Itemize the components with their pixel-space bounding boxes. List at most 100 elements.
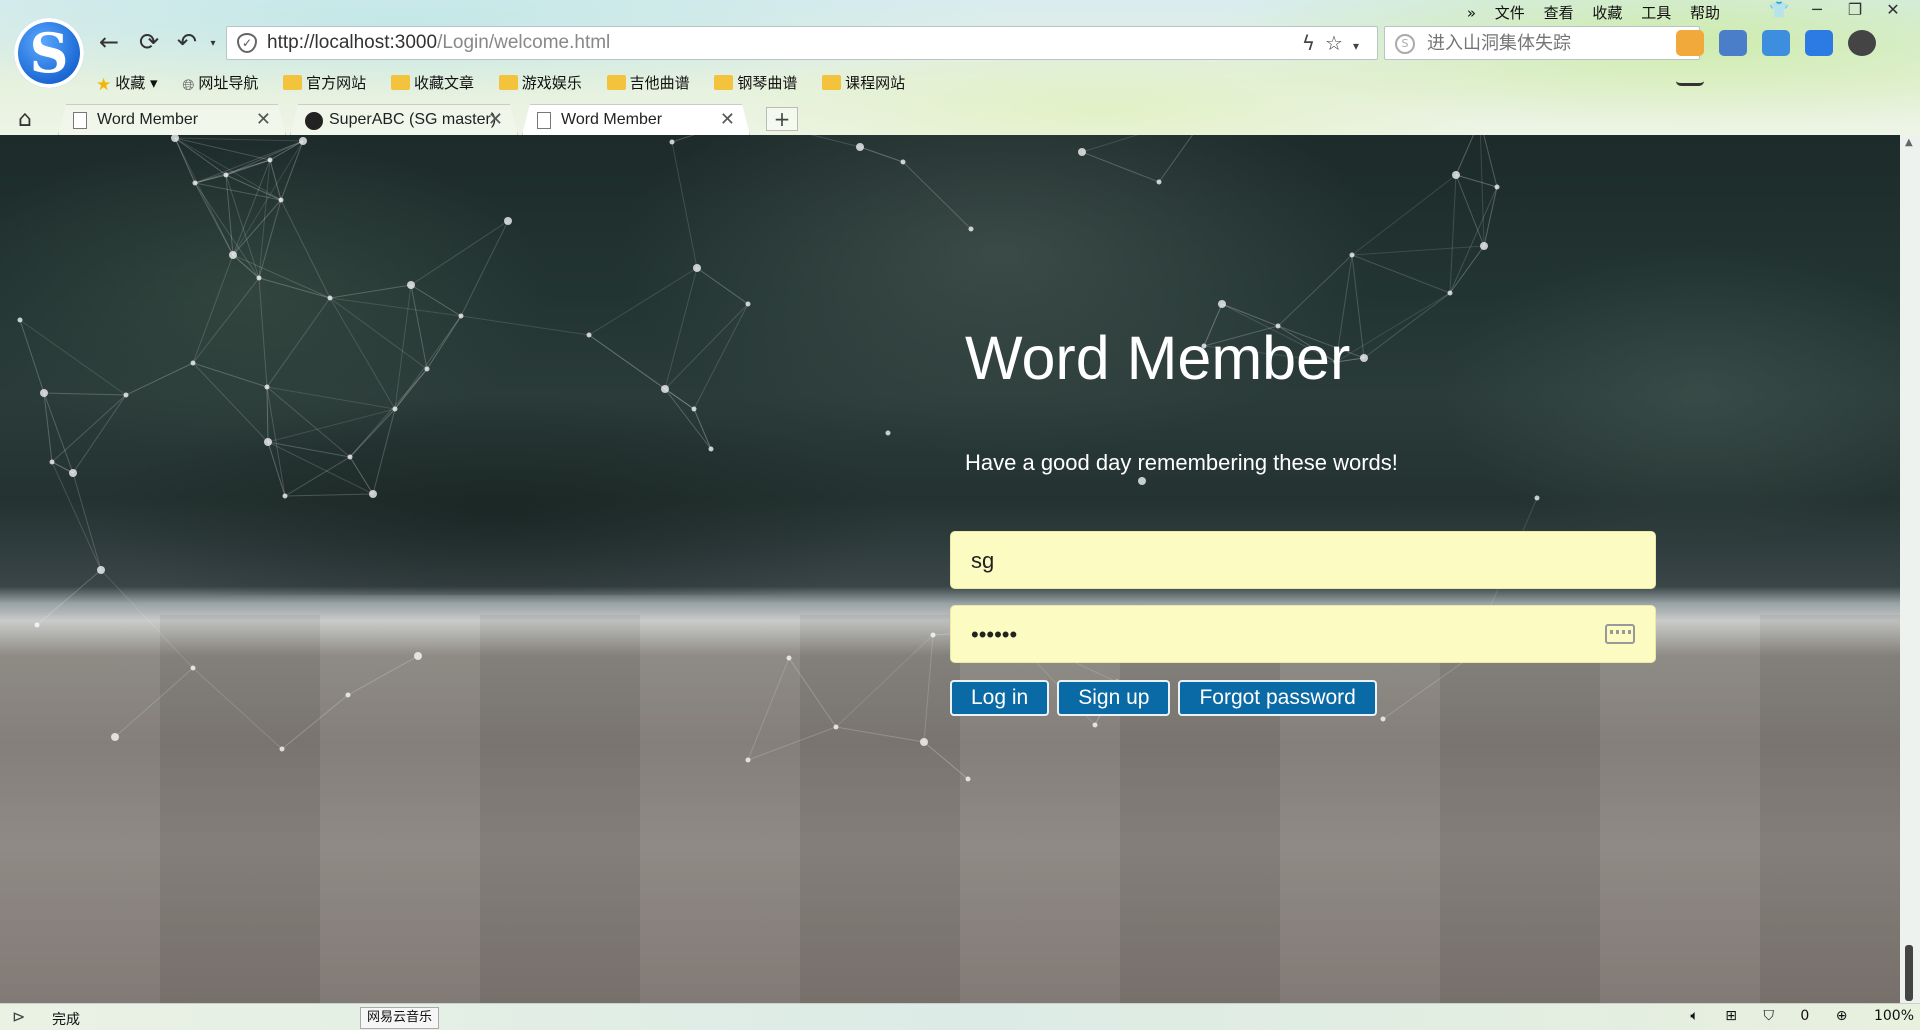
network-line [671, 141, 698, 269]
tab-close-icon[interactable]: ✕ [488, 109, 503, 130]
username-input[interactable] [971, 546, 1571, 576]
home-icon[interactable]: ⌂ [18, 107, 32, 132]
network-line [194, 140, 304, 184]
skin-icon[interactable]: 👕 [1760, 0, 1798, 19]
menu-favorites[interactable]: 收藏 [1592, 4, 1622, 22]
menu-tools[interactable]: 工具 [1641, 4, 1671, 22]
network-node [1078, 148, 1086, 156]
network-line [174, 137, 271, 161]
bookmark-articles[interactable]: 收藏文章 [390, 72, 474, 93]
bookmark-guitar[interactable]: 吉他曲谱 [606, 72, 690, 93]
network-line [1363, 292, 1451, 359]
refresh-icon[interactable]: ⟳ [134, 28, 164, 56]
network-line [1483, 135, 1498, 188]
username-field[interactable] [950, 531, 1656, 589]
menu-expand-icon[interactable]: » [1467, 4, 1476, 22]
download-icon[interactable] [1676, 60, 1704, 86]
volume-icon[interactable]: 🔈︎ [1690, 1008, 1698, 1024]
menu-file[interactable]: 文件 [1495, 4, 1525, 22]
scroll-up-icon[interactable]: ▲ [1905, 137, 1913, 148]
network-node [1380, 716, 1386, 722]
status-text: 完成 [52, 1012, 80, 1028]
music-button[interactable]: 网易云音乐 [360, 1007, 440, 1029]
network-node [123, 392, 129, 398]
address-bar[interactable]: ✓ http://localhost:3000/Login/welcome.ht… [226, 26, 1378, 60]
folder-icon [498, 75, 518, 90]
network-node [708, 446, 714, 452]
capture-icon[interactable] [1762, 30, 1791, 56]
network-line [696, 267, 749, 305]
scissors-icon[interactable] [1719, 30, 1748, 56]
network-line [232, 159, 271, 256]
login-button[interactable]: Log in [950, 680, 1050, 716]
bookmark-nav[interactable]: 🌐︎ 网址导航 [182, 72, 258, 94]
undo-dropdown-icon[interactable]: ▾ [198, 38, 228, 49]
network-node [278, 197, 284, 203]
shield-extension-icon[interactable] [1805, 30, 1834, 56]
network-node [264, 438, 272, 446]
password-field[interactable] [950, 605, 1656, 663]
network-node [458, 313, 464, 319]
tab-superabc[interactable]: SuperABC (SG master) ✕ [290, 104, 518, 135]
page-icon [537, 112, 551, 129]
tab-close-icon[interactable]: ✕ [256, 109, 271, 130]
search-box[interactable]: S ⌕ [1384, 26, 1700, 60]
browser-logo-icon[interactable]: S [14, 18, 84, 88]
status-right-tools: 🔈︎ ⊞ ⛉ 0 ⊕ 100% [1668, 1008, 1914, 1024]
bookmark-games[interactable]: 游戏娱乐 [498, 72, 582, 93]
keyboard-icon[interactable] [1605, 624, 1635, 644]
bookmark-official[interactable]: 官方网站 [283, 72, 366, 93]
tab-close-icon[interactable]: ✕ [720, 109, 735, 130]
address-url[interactable]: http://localhost:3000/Login/welcome.html [267, 32, 610, 54]
network-line [267, 408, 396, 443]
network-node [691, 406, 697, 412]
network-node [1360, 354, 1368, 362]
network-node [1534, 495, 1540, 501]
zoom-level[interactable]: ⊕ 100% [1836, 1008, 1914, 1024]
network-node [69, 469, 77, 477]
vertical-scrollbar[interactable]: ▲ [1900, 135, 1920, 1003]
bookmark-piano[interactable]: 钢琴曲谱 [714, 72, 797, 93]
network-line [1449, 186, 1498, 294]
network-line [194, 174, 227, 184]
network-line [1335, 292, 1451, 363]
back-arrow-icon[interactable]: ← [94, 28, 124, 56]
network-icon[interactable]: ⊞ [1725, 1008, 1737, 1024]
close-window-icon[interactable]: ✕ [1874, 0, 1912, 19]
network-line [588, 267, 698, 336]
menu-help[interactable]: 帮助 [1690, 4, 1720, 22]
search-input[interactable] [1427, 31, 1647, 55]
network-line [192, 667, 283, 750]
dropdown-icon[interactable]: ▾ [1353, 39, 1369, 53]
tab-word-member-1[interactable]: Word Member ✕ [58, 104, 286, 135]
restore-icon[interactable]: ❐ [1836, 0, 1874, 19]
sidebar-toggle-icon[interactable]: ⊳ [12, 1007, 25, 1026]
network-node [833, 724, 839, 730]
network-line [114, 667, 194, 738]
forgot-password-button[interactable]: Forgot password [1178, 680, 1377, 716]
star-outline-icon[interactable]: ☆ [1325, 31, 1353, 55]
folder-icon [714, 75, 734, 90]
tab-word-member-active[interactable]: Word Member ✕ [522, 104, 750, 135]
menu-view[interactable]: 查看 [1544, 4, 1574, 22]
signup-button[interactable]: Sign up [1057, 680, 1171, 716]
network-node [1494, 184, 1500, 190]
password-input[interactable] [971, 620, 1571, 650]
network-line [51, 461, 102, 571]
network-line [19, 319, 127, 396]
clipboard-icon[interactable] [1676, 30, 1704, 56]
network-node [190, 360, 196, 366]
more-icon[interactable] [1848, 30, 1877, 56]
scroll-thumb[interactable] [1905, 945, 1913, 1001]
network-line [1081, 135, 1139, 153]
bookmark-favorites[interactable]: ★ 收藏 ▾ [96, 72, 158, 95]
network-line [125, 362, 194, 396]
shield-count[interactable]: ⛉ 0 [1763, 1008, 1809, 1024]
network-line [232, 254, 331, 299]
tab-label: SuperABC (SG master) [329, 111, 497, 128]
minimize-icon[interactable]: ─ [1798, 0, 1836, 19]
lightning-icon[interactable]: ϟ [1302, 31, 1325, 55]
new-tab-button[interactable]: + [766, 107, 798, 131]
bookmark-courses[interactable]: 课程网站 [822, 72, 905, 93]
network-line [923, 634, 934, 743]
